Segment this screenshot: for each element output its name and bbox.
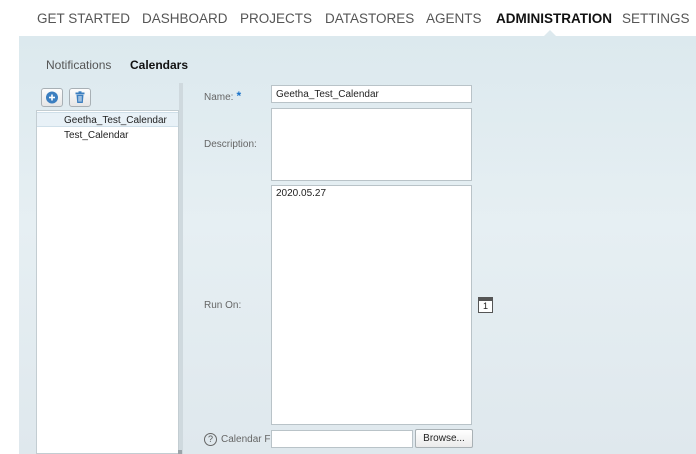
- nav-get-started[interactable]: GET STARTED: [37, 11, 130, 26]
- tab-calendars[interactable]: Calendars: [130, 58, 188, 72]
- main-content: Notifications Calendars Geetha_Test_Cale…: [19, 36, 696, 454]
- nav-settings[interactable]: SETTINGS: [622, 11, 690, 26]
- splitter-handle: [178, 450, 182, 454]
- add-calendar-button[interactable]: [41, 88, 63, 107]
- trash-icon: [75, 91, 85, 103]
- name-label: Name: *: [204, 89, 241, 103]
- tab-notifications[interactable]: Notifications: [46, 58, 111, 72]
- description-label: Description:: [204, 139, 257, 150]
- calendar-picker-icon[interactable]: 1: [478, 297, 493, 313]
- name-label-text: Name:: [204, 92, 234, 103]
- required-marker: *: [236, 89, 242, 103]
- calendar-file-label: Calendar F: [221, 434, 271, 445]
- nav-projects[interactable]: PROJECTS: [240, 11, 312, 26]
- calendar-file-input[interactable]: [271, 430, 413, 448]
- description-textarea[interactable]: [271, 108, 472, 181]
- calendar-list[interactable]: Geetha_Test_Calendar Test_Calendar: [36, 110, 179, 454]
- browse-button[interactable]: Browse...: [415, 429, 473, 448]
- nav-administration[interactable]: ADMINISTRATION: [496, 11, 612, 26]
- run-on-dates-list[interactable]: 2020.05.27: [271, 185, 472, 425]
- list-item[interactable]: Test_Calendar: [37, 128, 178, 143]
- name-input[interactable]: [271, 85, 472, 103]
- run-on-label: Run On:: [204, 300, 242, 311]
- list-item[interactable]: Geetha_Test_Calendar: [37, 112, 178, 127]
- nav-agents[interactable]: AGENTS: [426, 11, 482, 26]
- nav-datastores[interactable]: DATASTORES: [325, 11, 414, 26]
- calendar-list-panel: Geetha_Test_Calendar Test_Calendar: [36, 88, 179, 454]
- delete-calendar-button[interactable]: [69, 88, 91, 107]
- plus-circle-icon: [46, 91, 58, 104]
- help-icon[interactable]: ?: [204, 433, 217, 446]
- panel-splitter[interactable]: [179, 83, 183, 454]
- top-navigation: GET STARTED DASHBOARD PROJECTS DATASTORE…: [0, 0, 696, 36]
- nav-dashboard[interactable]: DASHBOARD: [142, 11, 228, 26]
